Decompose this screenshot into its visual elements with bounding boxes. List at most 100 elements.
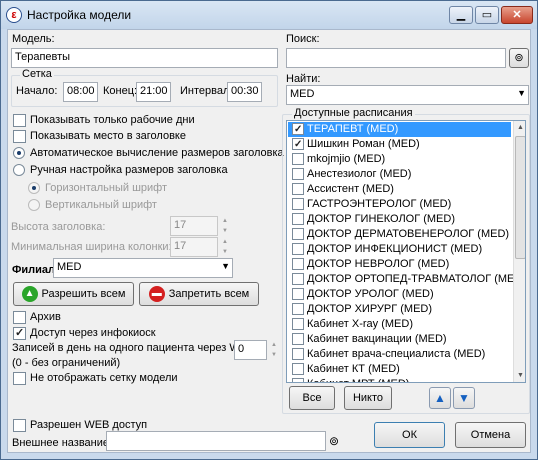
arrow-up-icon: ▲ [434,391,446,405]
list-item[interactable]: ДОКТОР ОРТОПЕД-ТРАВМАТОЛОГ (MED) [288,272,525,287]
list-item[interactable]: Кабинет МРТ (MED) [288,377,511,382]
start-label: Начало: [16,85,58,97]
list-item-checkbox[interactable] [292,168,304,180]
horizontal-font-radio[interactable] [28,182,40,194]
close-button[interactable]: ✕ [501,6,533,24]
web-limit-spinner[interactable]: ▲ ▼ [268,340,280,360]
list-item[interactable]: mkojmjio (MED) [288,152,511,167]
list-item[interactable]: Кабинет вакцинации (MED) [288,332,511,347]
list-item-checkbox[interactable] [292,228,304,240]
list-item[interactable]: ТЕРАПЕВТ (MED) [288,122,511,137]
list-item-checkbox[interactable] [292,363,304,375]
list-item[interactable]: Ассистент (MED) [288,182,511,197]
list-item[interactable]: Кабинет X-ray (MED) [288,317,511,332]
scroll-up-icon[interactable]: ▲ [514,121,525,134]
list-item-checkbox[interactable] [292,198,304,210]
list-item-label: Кабинет МРТ (MED) [307,378,409,382]
manual-header-label: Ручная настройка размеров заголовка [30,164,228,176]
list-item[interactable]: ГАСТРОЭНТЕРОЛОГ (MED) [288,197,511,212]
only-workdays-checkbox[interactable] [13,114,26,127]
list-item[interactable]: ДОКТОР НЕВРОЛОГ (MED) [288,257,511,272]
find-select[interactable]: MED ▼ [286,85,529,105]
minimize-button[interactable]: ▁ [449,6,473,24]
model-label: Модель: [12,33,55,45]
list-item-checkbox[interactable] [292,288,304,300]
list-item-checkbox[interactable] [292,318,304,330]
vertical-font-radio[interactable] [28,199,40,211]
header-height-spinner[interactable]: ▲ ▼ [219,216,231,236]
branch-select[interactable]: MED ▼ [53,258,233,278]
search-button[interactable]: ⊚ [509,48,529,68]
schedules-list[interactable]: Лечебная гимнастика общая (MED)Кардиолог… [286,120,526,383]
web-limit-note: (0 - без ограничений) [12,357,121,369]
manual-header-radio[interactable] [13,164,25,176]
search-input[interactable] [286,48,506,68]
list-item-label: ГАСТРОЭНТЕРОЛОГ (MED) [307,198,452,210]
list-scrollbar[interactable]: ▲ ▼ [513,121,525,382]
external-name-field[interactable] [106,431,326,451]
interval-field[interactable]: 00:30 [227,82,262,102]
binoculars-icon[interactable]: ⊚ [329,434,343,448]
list-item[interactable]: Кабинет КТ (MED) [288,362,511,377]
list-item[interactable]: ДОКТОР УРОЛОГ (MED) [288,287,511,302]
scroll-thumb[interactable] [515,136,525,259]
min-col-width-spinner[interactable]: ▲ ▼ [219,237,231,257]
list-item-label: Ассистент (MED) [307,183,394,195]
list-item-checkbox[interactable] [292,378,304,382]
branch-select-value: MED [57,261,82,273]
vertical-font-label: Вертикальный шрифт [45,199,157,211]
list-item-label: ДОКТОР УРОЛОГ (MED) [307,288,434,300]
list-item[interactable]: ДОКТОР ДЕРМАТОВЕНЕРОЛОГ (MED) [288,227,511,242]
min-col-width-field[interactable]: 17 [170,237,218,257]
header-height-label: Высота заголовка: [11,221,106,233]
list-item-checkbox[interactable] [292,333,304,345]
list-item-label: mkojmjio (MED) [307,153,386,165]
move-down-button[interactable]: ▼ [453,387,475,409]
list-item-checkbox[interactable] [292,153,304,165]
list-item-checkbox[interactable] [292,243,304,255]
start-time-field[interactable]: 08:00 [63,82,98,102]
allow-all-button[interactable]: ▲ Разрешить всем [13,282,134,306]
web-limit-field[interactable]: 0 [234,340,267,360]
list-item[interactable]: Анестезиолог (MED) [288,167,511,182]
kiosk-checkbox[interactable] [13,326,26,340]
list-item-checkbox[interactable] [292,183,304,195]
list-item[interactable]: ДОКТОР ХИРУРГ (MED) [288,302,511,317]
hide-grid-checkbox[interactable] [13,372,26,385]
list-item[interactable]: ДОКТОР ИНФЕКЦИОНИСТ (MED) [288,242,511,257]
model-name-field[interactable]: Терапевты [11,48,278,68]
list-item[interactable]: ДОКТОР ГИНЕКОЛОГ (MED) [288,212,511,227]
list-item-checkbox[interactable] [292,122,304,137]
archive-checkbox[interactable] [13,311,26,324]
move-up-button[interactable]: ▲ [429,387,451,409]
arrow-down-icon: ▼ [458,391,470,405]
list-item-checkbox[interactable] [292,303,304,315]
list-item-label: ДОКТОР ИНФЕКЦИОНИСТ (MED) [307,243,483,255]
ok-button[interactable]: ОК [374,422,445,448]
chevron-down-icon: ▼ [221,261,230,271]
binoculars-icon: ⊚ [514,52,524,64]
auto-header-label: Автоматическое вычисление размеров загол… [30,147,284,159]
list-item-label: Кабинет вакцинации (MED) [307,333,447,345]
red-minus-icon: ▬ [148,286,165,303]
list-item[interactable]: Шишкин Роман (MED) [288,137,511,152]
maximize-button[interactable]: ▭ [475,6,499,24]
scroll-down-icon[interactable]: ▼ [514,369,525,382]
end-time-field[interactable]: 21:00 [136,82,171,102]
deny-all-button[interactable]: ▬ Запретить всем [139,282,259,306]
select-all-button[interactable]: Все [289,386,335,410]
web-access-checkbox[interactable] [13,419,26,432]
list-item[interactable]: Кабинет врача-специалиста (MED) [288,347,511,362]
auto-header-radio[interactable] [13,147,25,159]
list-item-checkbox[interactable] [292,348,304,360]
list-item-checkbox[interactable] [292,213,304,225]
list-item-checkbox[interactable] [292,137,304,152]
cancel-button[interactable]: Отмена [455,422,526,448]
header-height-field[interactable]: 17 [170,216,218,236]
select-none-button[interactable]: Никто [344,386,392,410]
hide-grid-label: Не отображать сетку модели [30,372,178,384]
list-item-checkbox[interactable] [292,273,304,285]
list-item-checkbox[interactable] [292,258,304,270]
only-workdays-label: Показывать только рабочие дни [30,114,195,126]
show-place-checkbox[interactable] [13,130,26,143]
